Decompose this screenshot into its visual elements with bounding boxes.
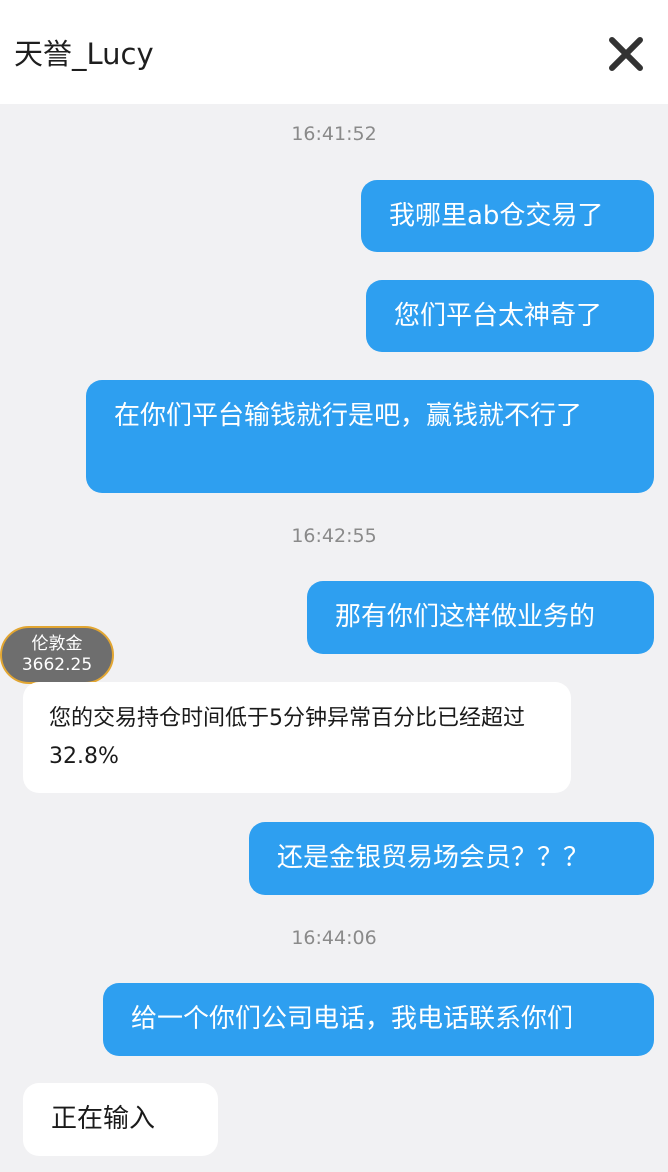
outgoing-message[interactable]: 给一个你们公司电话，我电话联系你们 — [103, 983, 654, 1056]
outgoing-message[interactable]: 我哪里ab仓交易了 — [361, 180, 654, 252]
timestamp: 16:44:06 — [291, 927, 377, 949]
price-ticker-avatar[interactable]: 伦敦金 3662.25 — [0, 626, 114, 684]
typing-indicator: 正在输入 — [23, 1083, 218, 1156]
chat-header: 天誉_Lucy — [0, 0, 668, 104]
outgoing-message[interactable]: 在你们平台输钱就行是吧，赢钱就不行了 — [86, 380, 654, 493]
ticker-price: 3662.25 — [21, 655, 93, 675]
outgoing-message[interactable]: 那有你们这样做业务的 — [307, 581, 654, 654]
close-icon[interactable] — [604, 32, 648, 76]
incoming-message[interactable]: 您的交易持仓时间低于5分钟异常百分比已经超过32.8% — [23, 682, 571, 793]
outgoing-message[interactable]: 还是金银贸易场会员？？？ — [249, 822, 654, 895]
timestamp: 16:41:52 — [291, 123, 377, 145]
contact-name: 天誉_Lucy — [14, 37, 154, 71]
outgoing-message[interactable]: 您们平台太神奇了 — [366, 280, 654, 352]
ticker-name: 伦敦金 — [31, 634, 83, 654]
timestamp: 16:42:55 — [291, 525, 377, 547]
